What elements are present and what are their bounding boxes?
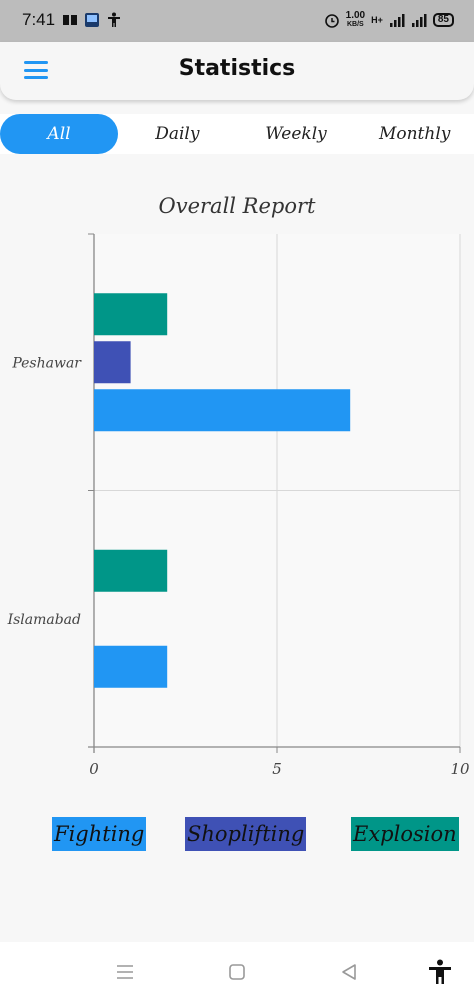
tab-weekly[interactable]: Weekly — [237, 114, 356, 154]
app-bar: Statistics — [0, 42, 474, 100]
bar-chart: 0 5 10 Peshawar Islamabad — [7, 233, 470, 778]
tab-daily[interactable]: Daily — [118, 114, 237, 154]
gallery-icon — [85, 13, 99, 27]
legend-shoplifting: Shoplifting — [185, 817, 307, 851]
chart-container: Overall Report 0 5 10 Peshawar Islamabad — [0, 160, 474, 820]
chart-legend: Fighting Shoplifting Explosion — [0, 817, 474, 853]
network-type-label: H+ — [371, 15, 383, 25]
bar-explosion-islamabad — [94, 549, 168, 592]
bar-explosion-peshawar — [94, 293, 168, 336]
recent-apps-icon[interactable] — [110, 958, 140, 986]
bar-shoplifting-peshawar — [94, 341, 131, 384]
bar-fighting-peshawar — [94, 389, 351, 432]
alarm-icon — [324, 14, 339, 28]
signal-icon-2 — [411, 14, 427, 27]
status-bar: 7:41 1.00 KB/S H+ 85 — [0, 0, 474, 42]
bar-fighting-islamabad — [94, 645, 168, 688]
network-speed: 1.00 KB/S — [345, 10, 366, 29]
system-nav-bar — [0, 942, 474, 1000]
x-tick-label: 5 — [272, 760, 282, 778]
page-title: Statistics — [178, 56, 296, 81]
accessibility-icon[interactable] — [425, 958, 455, 986]
signal-icon — [389, 14, 405, 27]
home-icon[interactable] — [222, 958, 252, 986]
status-time: 7:41 — [22, 10, 56, 29]
legend-explosion: Explosion — [351, 817, 459, 851]
y-category-label: Peshawar — [11, 355, 82, 371]
back-icon[interactable] — [334, 958, 364, 986]
period-tabs: All Daily Weekly Monthly — [0, 114, 474, 154]
battery-indicator: 85 — [432, 13, 454, 27]
x-tick-label: 10 — [450, 760, 470, 778]
tab-all[interactable]: All — [0, 114, 118, 154]
x-tick-label: 0 — [89, 760, 99, 778]
y-category-label: Islamabad — [7, 612, 81, 628]
accessibility-status-icon — [108, 12, 120, 27]
legend-fighting: Fighting — [52, 817, 147, 851]
tab-monthly[interactable]: Monthly — [355, 114, 474, 154]
book-icon — [63, 15, 77, 25]
